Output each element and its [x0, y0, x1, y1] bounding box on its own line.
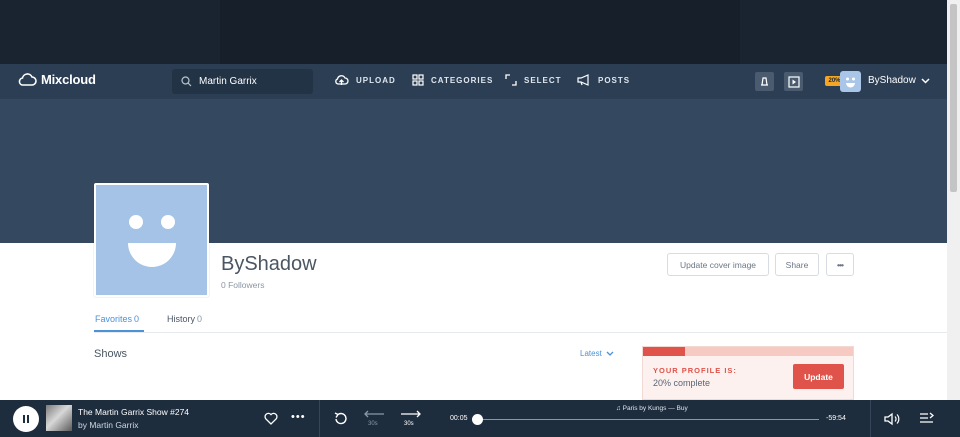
more-options-button[interactable]: ••• — [826, 253, 854, 276]
elapsed-time: 00:05 — [450, 415, 468, 422]
top-banner-area — [220, 0, 740, 64]
rewind-30-label: 30s — [368, 421, 378, 427]
queue-play-button[interactable] — [784, 72, 803, 91]
grid-icon — [412, 74, 424, 86]
shows-heading: Shows — [94, 348, 128, 360]
active-tab-indicator — [94, 330, 144, 332]
nav-select-label: SELECT — [524, 75, 562, 85]
browser-top-area — [0, 0, 947, 64]
volume-button[interactable] — [884, 412, 901, 431]
logo-text: Mixcloud — [41, 72, 96, 87]
chevron-down-icon — [921, 77, 930, 84]
favorite-button[interactable] — [264, 412, 278, 430]
tab-label: History — [167, 314, 196, 324]
followers-count[interactable]: 0 Followers — [221, 280, 264, 290]
tab-count: 0 — [134, 314, 140, 324]
tabs-divider — [94, 332, 947, 333]
select-bracket-icon — [505, 74, 517, 86]
bell-icon — [761, 77, 768, 86]
player-divider — [870, 400, 871, 437]
update-profile-button[interactable]: Update — [793, 364, 844, 389]
repeat-icon — [334, 412, 347, 425]
audio-player: The Martin Garrix Show #274 by Martin Ga… — [0, 400, 960, 437]
notifications-button[interactable] — [755, 72, 774, 91]
track-title[interactable]: The Martin Garrix Show #274 — [78, 407, 189, 417]
chevron-down-icon — [606, 351, 614, 356]
account-menu[interactable]: ByShadow — [868, 75, 930, 86]
nav-categories[interactable]: CATEGORIES — [412, 74, 493, 86]
player-divider — [319, 400, 320, 437]
tab-count: 0 — [197, 314, 203, 324]
track-artist[interactable]: by Martin Garrix — [78, 420, 138, 430]
scrollbar-thumb[interactable] — [950, 4, 957, 192]
repeat-button[interactable] — [333, 411, 349, 431]
sort-dropdown[interactable]: Latest — [580, 349, 614, 358]
profile-completion-card: YOUR PROFILE IS: 20% complete Update — [642, 346, 854, 400]
profile-progress-fill — [643, 347, 685, 356]
profile-progress-track — [643, 347, 853, 356]
queue-list-icon — [920, 412, 935, 423]
mixcloud-logo[interactable]: Mixcloud — [17, 72, 96, 87]
search-box[interactable] — [172, 69, 313, 94]
nav-upload[interactable]: UPLOAD — [334, 74, 396, 86]
smiley-avatar-icon — [128, 215, 176, 267]
seek-bar[interactable] — [478, 419, 819, 420]
tab-favorites[interactable]: Favorites 0 — [95, 314, 139, 324]
queue-button[interactable] — [919, 412, 935, 430]
forward-30-label: 30s — [404, 421, 414, 427]
page-scrollbar[interactable] — [947, 0, 960, 400]
heart-icon — [264, 412, 278, 425]
profile-status-label: YOUR PROFILE IS: — [653, 366, 737, 375]
now-playing-track[interactable]: ♫ Paris by Kungs — Buy — [616, 405, 688, 412]
track-artwork[interactable] — [46, 405, 72, 431]
seek-handle[interactable] — [472, 414, 483, 425]
tab-history[interactable]: History 0 — [167, 314, 202, 324]
pause-button[interactable] — [13, 406, 39, 432]
profile-name: ByShadow — [221, 253, 317, 275]
nav-upload-label: UPLOAD — [356, 75, 396, 85]
profile-complete-text: 20% complete — [653, 378, 711, 388]
nav-categories-label: CATEGORIES — [431, 75, 494, 85]
share-button[interactable]: Share — [775, 253, 819, 276]
nav-posts-label: POSTS — [598, 75, 631, 85]
megaphone-icon — [577, 74, 589, 86]
smiley-avatar-icon — [846, 77, 855, 88]
user-avatar[interactable] — [840, 71, 861, 92]
sort-label: Latest — [580, 349, 602, 358]
tab-label: Favorites — [95, 314, 133, 324]
update-cover-button[interactable]: Update cover image — [667, 253, 769, 276]
profile-avatar[interactable] — [94, 183, 209, 297]
username-label: ByShadow — [868, 75, 916, 86]
speaker-icon — [884, 412, 900, 426]
search-icon — [181, 76, 192, 87]
nav-select[interactable]: SELECT — [505, 74, 562, 86]
upload-cloud-icon — [335, 75, 349, 85]
play-box-icon — [787, 75, 800, 88]
more-options-icon[interactable]: ••• — [291, 411, 306, 423]
nav-posts[interactable]: POSTS — [577, 74, 630, 86]
top-nav: Mixcloud UPLOAD CATEGORIES — [0, 64, 947, 99]
page: Mixcloud UPLOAD CATEGORIES — [0, 0, 960, 437]
cloud-logo-icon — [18, 73, 37, 86]
search-input[interactable] — [199, 76, 299, 87]
remaining-time: -59:54 — [826, 415, 846, 422]
pause-icon — [23, 415, 29, 423]
